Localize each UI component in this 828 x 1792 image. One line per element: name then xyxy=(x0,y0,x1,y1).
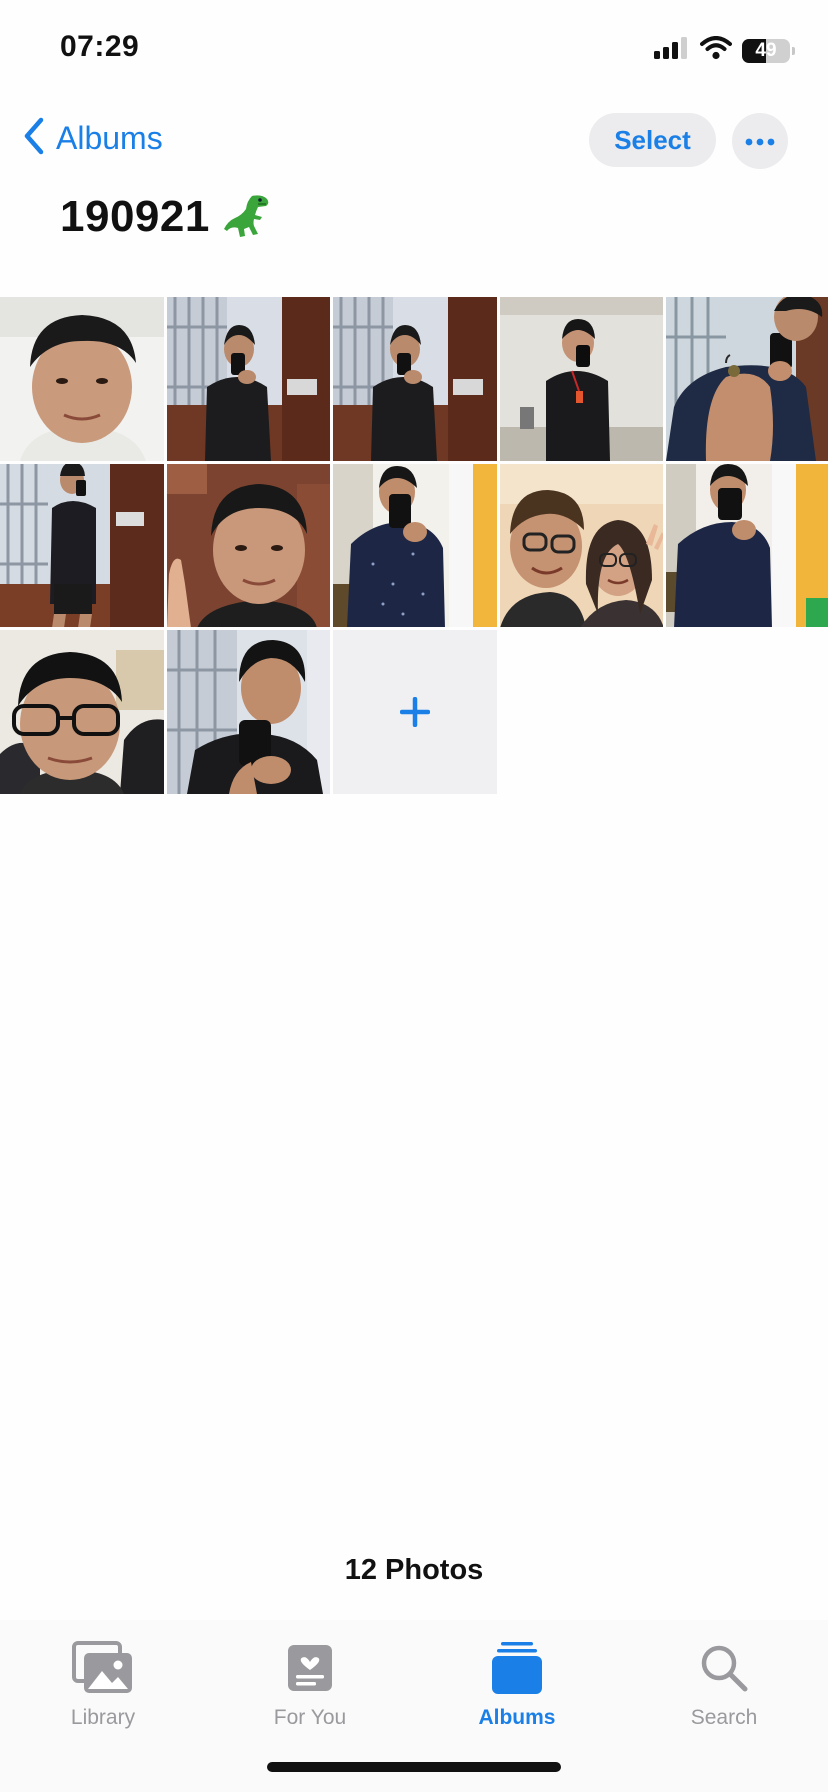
battery-level: 49 xyxy=(755,39,777,61)
t-rex-emoji-icon xyxy=(222,193,272,241)
tab-albums[interactable]: Albums xyxy=(437,1636,597,1730)
photo-thumbnail-8[interactable] xyxy=(333,463,497,628)
photo-thumbnail-9[interactable] xyxy=(499,463,664,628)
tab-for-you[interactable]: For You xyxy=(230,1636,390,1730)
photo-thumbnail-6[interactable] xyxy=(0,463,164,628)
photo-thumbnail-7[interactable] xyxy=(166,463,331,628)
tab-library-label: Library xyxy=(70,1706,136,1729)
photo-thumbnail-5[interactable] xyxy=(666,297,828,461)
photo-thumbnail-10[interactable] xyxy=(666,463,828,628)
battery-icon: 49 xyxy=(742,38,795,63)
for-you-icon xyxy=(288,1636,332,1700)
tab-for-you-label: For You xyxy=(273,1706,347,1729)
back-label: Albums xyxy=(56,120,163,156)
wifi-icon xyxy=(700,36,732,65)
photo-grid xyxy=(0,297,828,794)
album-title-text: 190921 xyxy=(60,192,210,241)
tab-search-label: Search xyxy=(690,1706,758,1729)
back-button[interactable]: Albums xyxy=(22,116,163,161)
cellular-signal-icon xyxy=(654,37,690,64)
tab-search[interactable]: Search xyxy=(644,1636,804,1730)
ellipsis-icon xyxy=(745,134,775,149)
photo-library-icon xyxy=(72,1636,134,1700)
photo-thumbnail-12[interactable] xyxy=(166,630,331,794)
photos-album-screen: 07:29 49 Albums Select 190921 12 Photos … xyxy=(0,0,828,1792)
album-title: 190921 xyxy=(60,192,272,242)
albums-icon xyxy=(492,1636,542,1700)
more-options-button[interactable] xyxy=(732,113,788,169)
photo-count: 12 Photos xyxy=(344,1554,484,1586)
tab-library[interactable]: Library xyxy=(23,1636,183,1730)
plus-icon xyxy=(399,696,430,727)
add-photos-button[interactable] xyxy=(333,630,497,794)
status-icons: 49 xyxy=(654,36,795,65)
battery-cap xyxy=(792,46,795,55)
search-icon xyxy=(700,1636,748,1700)
tab-albums-label: Albums xyxy=(478,1706,556,1729)
status-time: 07:29 xyxy=(60,30,140,63)
photo-thumbnail-11[interactable] xyxy=(0,630,164,794)
home-indicator[interactable] xyxy=(267,1762,561,1772)
photo-thumbnail-4[interactable] xyxy=(499,297,664,461)
photo-thumbnail-1[interactable] xyxy=(0,297,164,461)
photo-thumbnail-3[interactable] xyxy=(333,297,497,461)
status-bar: 07:29 49 xyxy=(0,0,828,100)
chevron-left-icon xyxy=(22,116,46,161)
select-button[interactable]: Select xyxy=(589,113,716,167)
photo-thumbnail-2[interactable] xyxy=(166,297,331,461)
